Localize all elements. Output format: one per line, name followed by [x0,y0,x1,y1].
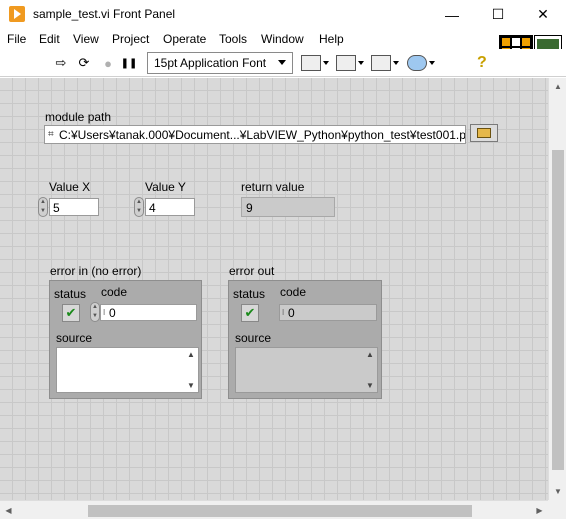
run-continuously-icon[interactable]: ⟳ [75,54,93,72]
error-out-cluster: status code ✔ I 0 source ▲ ▼ [228,280,382,399]
error-in-source-input[interactable]: ▲ ▼ [56,347,199,393]
value-x-input[interactable]: 5 [49,198,99,216]
scroll-down-icon[interactable]: ▼ [549,483,566,500]
folder-icon [477,128,491,138]
align-objects-button[interactable] [301,54,329,72]
context-help-icon[interactable]: ? [477,54,487,72]
error-out-status-label: status [233,287,266,301]
minimize-button[interactable]: — [429,0,475,29]
menu-help[interactable]: Help [319,32,344,46]
value-y-label: Value Y [145,180,186,194]
toolbar: ⇨ ⟳ ● ❚❚ 15pt Application Font ? [0,49,566,77]
module-path-label: module path [45,110,112,124]
error-in-code-value: 0 [109,306,116,320]
menu-tools[interactable]: Tools [219,32,247,46]
scroll-right-icon[interactable]: ▶ [531,501,548,519]
font-select-value: 15pt Application Font [154,56,267,70]
scroll-up-icon[interactable]: ▲ [366,350,374,359]
chevron-down-icon [429,61,435,65]
error-in-label: error in (no error) [50,264,142,278]
error-in-status-checkbox[interactable]: ✔ [62,304,80,322]
i32-type-icon: I [103,308,106,317]
close-button[interactable]: ✕ [520,0,566,29]
menu-window[interactable]: Window [261,32,304,46]
module-path-input[interactable]: ⌗ C:¥Users¥tanak.000¥Document...¥LabVIEW… [44,125,466,144]
title-bar: sample_test.vi Front Panel — ☐ ✕ [0,0,566,29]
chevron-down-icon [278,60,286,65]
error-in-cluster: status code ✔ ▲ ▼ I 0 source ▲ ▼ [49,280,202,399]
value-x-control: ▲ ▼ 5 [38,197,102,217]
value-y-control: ▲ ▼ 4 [134,197,198,217]
menu-edit[interactable]: Edit [39,32,60,46]
maximize-button[interactable]: ☐ [475,0,521,29]
increment-decrement-icon[interactable]: ▲ ▼ [38,197,48,217]
source-scrollbar[interactable]: ▲ ▼ [363,348,377,392]
error-out-status-indicator: ✔ [241,304,259,322]
error-out-code-label: code [280,285,307,299]
menu-file[interactable]: File [7,32,26,46]
error-in-source-label: source [56,331,93,345]
error-in-code-input[interactable]: I 0 [100,304,197,321]
menu-view[interactable]: View [73,32,99,46]
reorder-button[interactable] [407,54,435,72]
menu-project[interactable]: Project [112,32,149,46]
horizontal-scroll-thumb[interactable] [88,505,472,517]
path-type-icon: ⌗ [48,129,54,140]
distribute-objects-button[interactable] [336,54,364,72]
error-out-label: error out [229,264,275,278]
browse-button[interactable] [470,124,498,142]
window-title: sample_test.vi Front Panel [33,7,176,21]
error-in-code-label: code [101,285,128,299]
reorder-icon [407,55,427,71]
scroll-left-icon[interactable]: ◀ [0,501,17,519]
scroll-up-icon[interactable]: ▲ [549,78,566,95]
value-x-label: Value X [49,180,91,194]
error-out-source-label: source [235,331,272,345]
scroll-down-icon[interactable]: ▼ [366,381,374,390]
chevron-down-icon [323,61,329,65]
chevron-down-icon [393,61,399,65]
menu-operate[interactable]: Operate [163,32,206,46]
return-value-label: return value [241,180,305,194]
run-arrow-icon[interactable]: ⇨ [52,54,70,72]
error-out-source-indicator: ▲ ▼ [235,347,378,393]
menu-bar: File Edit View Project Operate Tools Win… [0,29,566,49]
font-select[interactable]: 15pt Application Font [147,52,293,74]
increment-decrement-icon[interactable]: ▲ ▼ [134,197,144,217]
chevron-down-icon [358,61,364,65]
resize-objects-button[interactable] [371,54,399,72]
vertical-scrollbar[interactable]: ▲ ▼ [548,78,566,500]
scroll-down-icon[interactable]: ▼ [187,381,195,390]
error-out-code-indicator: I 0 [279,304,377,321]
scroll-up-icon[interactable]: ▲ [187,350,195,359]
abort-execution-icon[interactable]: ● [99,54,117,72]
horizontal-scrollbar[interactable]: ◀ ▶ [0,500,548,519]
scrollbar-corner [548,500,566,519]
increment-decrement-icon[interactable]: ▲ ▼ [90,302,100,322]
distribute-objects-icon [336,55,356,71]
i32-type-icon: I [282,308,285,317]
return-value-indicator: 9 [241,197,335,217]
error-in-status-label: status [54,287,87,301]
resize-objects-icon [371,55,391,71]
source-scrollbar[interactable]: ▲ ▼ [184,348,198,392]
labview-app-icon [9,6,25,22]
vertical-scroll-thumb[interactable] [552,150,564,470]
error-out-code-value: 0 [288,306,295,320]
module-path-value: C:¥Users¥tanak.000¥Document...¥LabVIEW_P… [59,128,466,142]
value-y-input[interactable]: 4 [145,198,195,216]
pause-icon[interactable]: ❚❚ [120,54,138,72]
align-objects-icon [301,55,321,71]
